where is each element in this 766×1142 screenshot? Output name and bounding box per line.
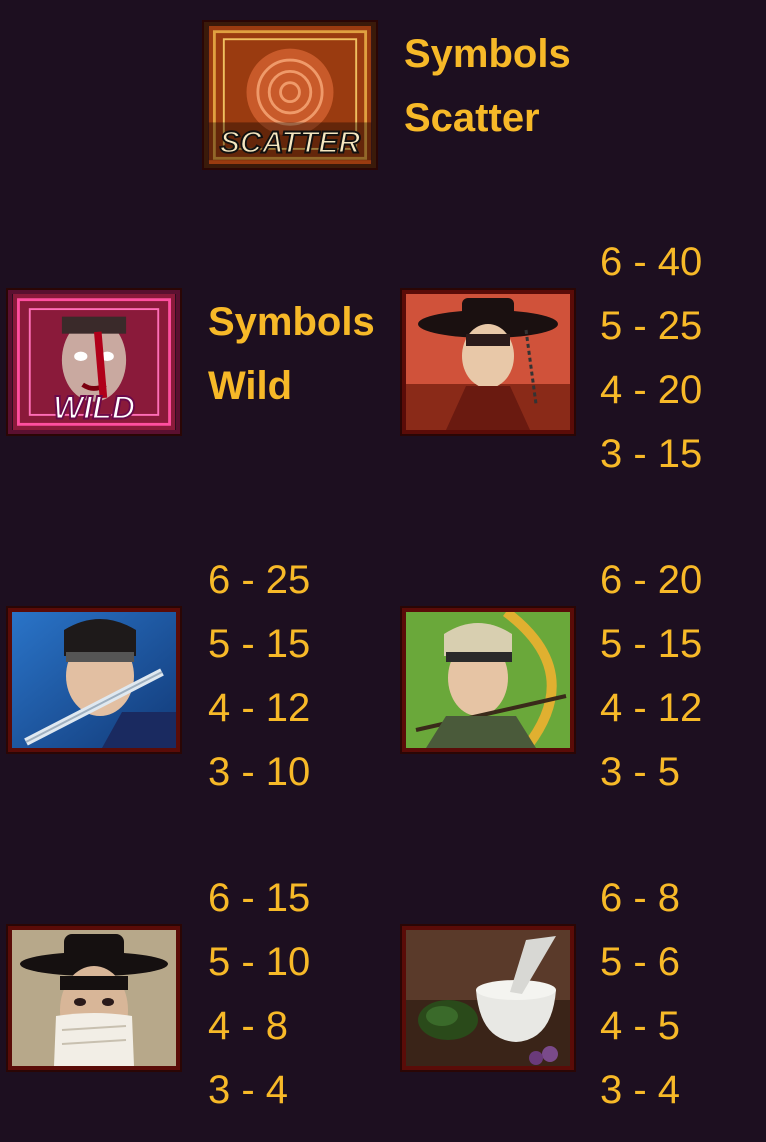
payout-6: 6 - 8 (600, 876, 681, 920)
payout-6: 6 - 15 (208, 876, 311, 920)
scatter-label-line1: Symbols (404, 32, 571, 76)
payout-4: 4 - 8 (208, 1004, 289, 1048)
scatter-badge: SCATTER (220, 127, 361, 160)
payout-6: 6 - 25 (208, 558, 311, 602)
official-hat-man-payouts: 6 - 40 5 - 25 4 - 20 3 - 15 (600, 230, 702, 486)
swordsman-payouts: 6 - 25 5 - 15 4 - 12 3 - 10 (208, 548, 310, 804)
payout-4: 4 - 12 (600, 686, 703, 730)
payout-3: 3 - 15 (600, 432, 703, 476)
payout-5: 5 - 25 (600, 304, 703, 348)
swordsman-icon (8, 608, 180, 752)
mortar-herbs-icon (402, 926, 574, 1070)
masked-guard-icon (8, 926, 180, 1070)
payout-3: 3 - 5 (600, 750, 681, 794)
wild-label-line2: Wild (208, 364, 293, 408)
payout-5: 5 - 15 (208, 622, 311, 666)
payout-6: 6 - 20 (600, 558, 703, 602)
payout-5: 5 - 15 (600, 622, 703, 666)
scatter-label: Symbols Scatter (404, 22, 571, 150)
payout-5: 5 - 10 (208, 940, 311, 984)
wild-label: Symbols Wild (208, 290, 375, 418)
payout-4: 4 - 20 (600, 368, 703, 412)
scatter-label-line2: Scatter (404, 96, 540, 140)
payout-4: 4 - 5 (600, 1004, 681, 1048)
masked-guard-payouts: 6 - 15 5 - 10 4 - 8 3 - 4 (208, 866, 310, 1122)
wild-symbol-icon: WILD (8, 290, 180, 434)
payout-4: 4 - 12 (208, 686, 311, 730)
archer-icon (402, 608, 574, 752)
payout-6: 6 - 40 (600, 240, 703, 284)
mortar-herbs-payouts: 6 - 8 5 - 6 4 - 5 3 - 4 (600, 866, 680, 1122)
paytable-page: { "scatter": { "line1": "Symbols", "line… (0, 0, 766, 1142)
payout-5: 5 - 6 (600, 940, 681, 984)
wild-label-line1: Symbols (208, 300, 375, 344)
archer-payouts: 6 - 20 5 - 15 4 - 12 3 - 5 (600, 548, 702, 804)
official-hat-man-icon (402, 290, 574, 434)
wild-badge: WILD (53, 390, 135, 426)
payout-3: 3 - 4 (208, 1068, 289, 1112)
payout-3: 3 - 4 (600, 1068, 681, 1112)
scatter-symbol-icon: SCATTER (204, 22, 376, 168)
payout-3: 3 - 10 (208, 750, 311, 794)
